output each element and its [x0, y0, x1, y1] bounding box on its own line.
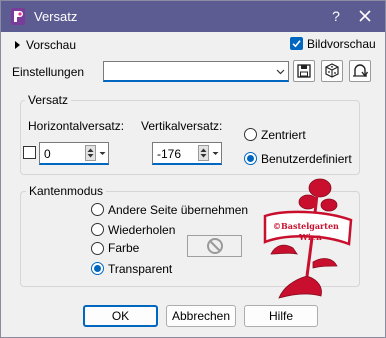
help-button[interactable]: Hilfe — [244, 305, 318, 327]
vertical-offset-spinner[interactable]: -176 — [152, 142, 222, 165]
dropdown-arrow-icon[interactable] — [98, 146, 107, 160]
horizontal-offset-spinner[interactable]: 0 — [39, 142, 109, 165]
link-offsets-checkbox[interactable] — [23, 146, 36, 159]
settings-dropdown[interactable] — [103, 61, 289, 82]
cancel-button[interactable]: Abbrechen — [166, 305, 236, 327]
edge-mode-group-title: Kantenmodus — [26, 184, 107, 198]
bildvorschau-label: Bildvorschau — [307, 37, 376, 51]
centered-label: Zentriert — [261, 128, 306, 142]
edge-option-transparent-radio[interactable] — [91, 262, 104, 275]
dice-icon — [325, 63, 339, 78]
custom-label: Benutzerdefiniert — [261, 152, 352, 166]
reset-arrow-icon — [353, 64, 369, 78]
paintshop-app-icon — [11, 8, 25, 25]
ok-button[interactable]: OK — [83, 305, 158, 327]
spin-up-down-icon[interactable] — [85, 145, 96, 161]
horizontal-offset-value: 0 — [44, 147, 51, 161]
dialog-window: Versatz ? Vorschau Bildvorschau Einstell… — [0, 0, 386, 338]
expand-triangle-icon — [15, 41, 20, 49]
floppy-disk-icon — [297, 64, 311, 78]
close-icon[interactable] — [356, 7, 374, 25]
edge-option-repeat-radio[interactable] — [91, 223, 104, 236]
edge-option-wrap-radio[interactable] — [91, 203, 104, 216]
spin-up-down-icon[interactable] — [198, 145, 209, 161]
vertical-offset-value: -176 — [157, 147, 182, 161]
randomize-button[interactable] — [321, 60, 343, 82]
vertical-offset-label: Vertikalversatz: — [141, 119, 223, 133]
no-color-icon — [207, 238, 223, 254]
title-bar[interactable]: Versatz ? — [1, 1, 385, 32]
preview-label: Vorschau — [26, 38, 77, 52]
reset-button[interactable] — [349, 60, 371, 82]
bildvorschau-checkbox[interactable] — [290, 37, 303, 50]
horizontal-offset-label: Horizontalversatz: — [28, 119, 125, 133]
watermark-line2: Wien — [299, 232, 322, 242]
dropdown-arrow-icon[interactable] — [211, 146, 220, 160]
watermark-line1: ©Bastelgarten — [273, 221, 339, 231]
edge-option-color-label: Farbe — [108, 241, 140, 255]
custom-radio[interactable] — [244, 152, 257, 165]
edge-color-swatch[interactable] — [187, 235, 242, 257]
save-preset-button[interactable] — [293, 60, 315, 82]
help-title-button[interactable]: ? — [327, 6, 345, 26]
preview-toggle[interactable]: Vorschau — [15, 38, 76, 52]
edge-option-color-radio[interactable] — [91, 242, 104, 255]
checkmark-icon — [292, 40, 301, 48]
window-title: Versatz — [34, 9, 78, 24]
chevron-down-icon — [276, 69, 285, 75]
offset-group-title: Versatz — [25, 93, 72, 107]
settings-label: Einstellungen — [12, 65, 85, 79]
centered-radio[interactable] — [244, 128, 257, 141]
edge-option-wrap-label: Andere Seite übernehmen — [108, 203, 249, 217]
edge-option-repeat-label: Wiederholen — [108, 223, 176, 237]
edge-option-transparent-label: Transparent — [108, 262, 173, 276]
